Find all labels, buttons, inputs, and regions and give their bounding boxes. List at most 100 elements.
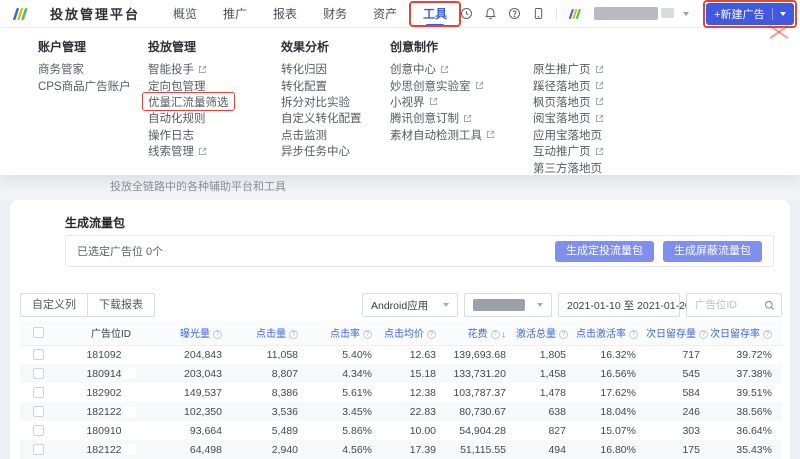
row-checkbox[interactable] (33, 387, 44, 398)
info-icon[interactable] (427, 330, 436, 339)
menu-item-conversion-attribution[interactable]: 转化归因 (281, 61, 362, 77)
menu-item-click-monitoring[interactable]: 点击监测 (281, 127, 362, 143)
generate-targeted-package-button[interactable]: 生成定投流量包 (555, 241, 654, 262)
nav-item-promotion[interactable]: 推广 (210, 0, 260, 28)
menu-item-operation-log[interactable]: 操作日志 (148, 127, 229, 143)
column-header-next-day-retention[interactable]: 次日留存量 (646, 321, 710, 345)
activations-value: 827 (516, 421, 576, 440)
ad-slot-id-value: 182122 (86, 444, 121, 456)
info-icon[interactable] (289, 330, 298, 339)
menu-item-yuebao-landing-page[interactable]: 阅宝落地页 (533, 110, 604, 126)
table-row[interactable]: 182902 149,537 8,386 5.61% 12.38 103,787… (20, 383, 782, 402)
menu-item-creative-center[interactable]: 创意中心 (390, 61, 495, 77)
info-icon[interactable] (213, 330, 222, 339)
external-link-icon (198, 147, 207, 156)
new-ad-button[interactable]: +新建广告 (706, 3, 793, 25)
ad-slot-id-value: 181092 (86, 349, 121, 361)
next-day-retention-value: 175 (646, 440, 710, 459)
sort-desc-icon[interactable] (502, 329, 507, 339)
column-header-activations[interactable]: 激活总量 (516, 321, 576, 345)
row-checkbox[interactable] (33, 444, 44, 455)
next-day-retention-value: 584 (646, 383, 710, 402)
menu-item-split-test[interactable]: 拆分对比实验 (281, 94, 362, 110)
avg-click-price-value: 17.39 (382, 440, 446, 459)
tools-description-banner: 投放全链路中的各种辅助平台和工具 (0, 175, 800, 200)
click-activation-rate-value: 16.80% (576, 440, 646, 459)
info-icon[interactable] (559, 330, 568, 339)
next-day-retention-rate-value: 36.64% (710, 421, 782, 440)
help-icon[interactable] (508, 7, 521, 20)
menu-item-async-task-center[interactable]: 异步任务中心 (281, 143, 362, 159)
menu-item-yingyongbao-landing-page[interactable]: 应用宝落地页 (533, 127, 604, 143)
mobile-app-icon[interactable] (532, 7, 545, 20)
nav-item-overview[interactable]: 概览 (160, 0, 210, 28)
column-header-next-day-retention-rate[interactable]: 次日留存率 (710, 321, 782, 345)
menu-item-targeting-package[interactable]: 定向包管理 (148, 77, 229, 93)
history-icon[interactable] (460, 7, 473, 20)
menu-item-leads-management[interactable]: 线索管理 (148, 143, 229, 159)
user-menu-caret-icon[interactable] (683, 12, 689, 16)
menu-item-business-butler[interactable]: 商务管家 (38, 61, 131, 77)
menu-item-smart-bidder[interactable]: 智能投手 (148, 61, 229, 77)
column-header-exposure[interactable]: 曝光量 (166, 321, 232, 345)
new-ad-dropdown-caret-icon[interactable] (780, 12, 786, 16)
info-icon[interactable] (363, 330, 372, 339)
external-link-icon (429, 97, 438, 106)
info-icon[interactable] (763, 330, 772, 339)
date-range-picker[interactable]: 2021-01-10 至 2021-01-20 (558, 293, 680, 317)
user-account-redacted[interactable] (594, 7, 658, 20)
table-row[interactable]: 180914 203,043 8,807 4.34% 15.18 133,731… (20, 364, 782, 383)
menu-item-interactive-promo-page[interactable]: 互动推广页 (533, 143, 604, 159)
row-checkbox[interactable] (33, 368, 44, 379)
column-header-avg-click-price[interactable]: 点击均价 (382, 321, 446, 345)
menu-column-title: 效果分析 (281, 40, 362, 54)
menu-item-custom-conversion[interactable]: 自定义转化配置 (281, 110, 362, 126)
next-day-retention-value: 717 (646, 345, 710, 364)
menu-item-fengye-landing-page[interactable]: 枫页落地页 (533, 94, 604, 110)
menu-item-xiaoshijie[interactable]: 小视界 (390, 94, 495, 110)
generate-blocked-package-button[interactable]: 生成屏蔽流量包 (663, 241, 762, 262)
account-select[interactable] (464, 293, 552, 317)
ad-slot-search-box[interactable] (686, 293, 782, 317)
custom-columns-button[interactable]: 自定义列 (20, 293, 88, 317)
table-row[interactable]: 180910 93,664 5,489 5.86% 10.00 54,904.2… (20, 421, 782, 440)
nav-item-tools[interactable]: 工具 (410, 0, 460, 28)
column-header-clicks[interactable]: 点击量 (232, 321, 308, 345)
menu-item-youlianghui-traffic-filter[interactable]: 优量汇流量筛选 (148, 94, 229, 110)
cost-value: 103,787.37 (446, 383, 516, 402)
table-row[interactable]: 182122 102,350 3,536 3.45% 22.83 80,730.… (20, 402, 782, 421)
info-icon[interactable] (629, 330, 638, 339)
menu-item-xijing-landing-page[interactable]: 蹊径落地页 (533, 77, 604, 93)
select-all-checkbox[interactable] (33, 327, 44, 338)
menu-item-material-auto-check[interactable]: 素材自动检测工具 (390, 127, 495, 143)
table-row[interactable]: 181092 204,843 11,058 5.40% 12.63 139,69… (20, 345, 782, 364)
cost-value: 51,115.55 (446, 440, 516, 459)
row-checkbox[interactable] (33, 406, 44, 417)
notification-bell-icon[interactable] (484, 7, 497, 20)
platform-select[interactable]: Android应用 (362, 293, 458, 317)
new-ad-button-label: +新建广告 (714, 6, 764, 22)
row-checkbox[interactable] (33, 349, 44, 360)
column-header-click-activation-rate[interactable]: 点击激活率 (576, 321, 646, 345)
search-input[interactable] (695, 299, 764, 311)
nav-item-reports[interactable]: 报表 (260, 0, 310, 28)
menu-item-miaosi-lab[interactable]: 妙思创意实验室 (390, 77, 495, 93)
menu-item-tencent-creative-custom[interactable]: 腾讯创意订制 (390, 110, 495, 126)
menu-item-automation-rules[interactable]: 自动化规则 (148, 110, 229, 126)
table-row[interactable]: 182122 64,498 2,940 4.56% 17.39 51,115.5… (20, 440, 782, 459)
selected-slots-text: 已选定广告位 0个 (77, 243, 163, 259)
column-header-cost[interactable]: 花费 (446, 321, 516, 345)
column-header-ctr[interactable]: 点击率 (308, 321, 382, 345)
menu-item-cps-ad-account[interactable]: CPS商品广告账户 (38, 77, 131, 93)
nav-item-assets[interactable]: 资产 (360, 0, 410, 28)
account-redacted-value (473, 299, 525, 311)
nav-item-finance[interactable]: 财务 (310, 0, 360, 28)
download-report-button[interactable]: 下载报表 (88, 293, 155, 317)
info-icon[interactable] (699, 330, 708, 339)
menu-item-native-promo-page[interactable]: 原生推广页 (533, 61, 604, 77)
brand-logo-icon[interactable] (12, 7, 30, 21)
menu-item-conversion-config[interactable]: 转化配置 (281, 77, 362, 93)
info-icon[interactable] (491, 330, 500, 339)
menu-item-third-party-landing-page[interactable]: 第三方落地页 (533, 159, 604, 175)
row-checkbox[interactable] (33, 425, 44, 436)
